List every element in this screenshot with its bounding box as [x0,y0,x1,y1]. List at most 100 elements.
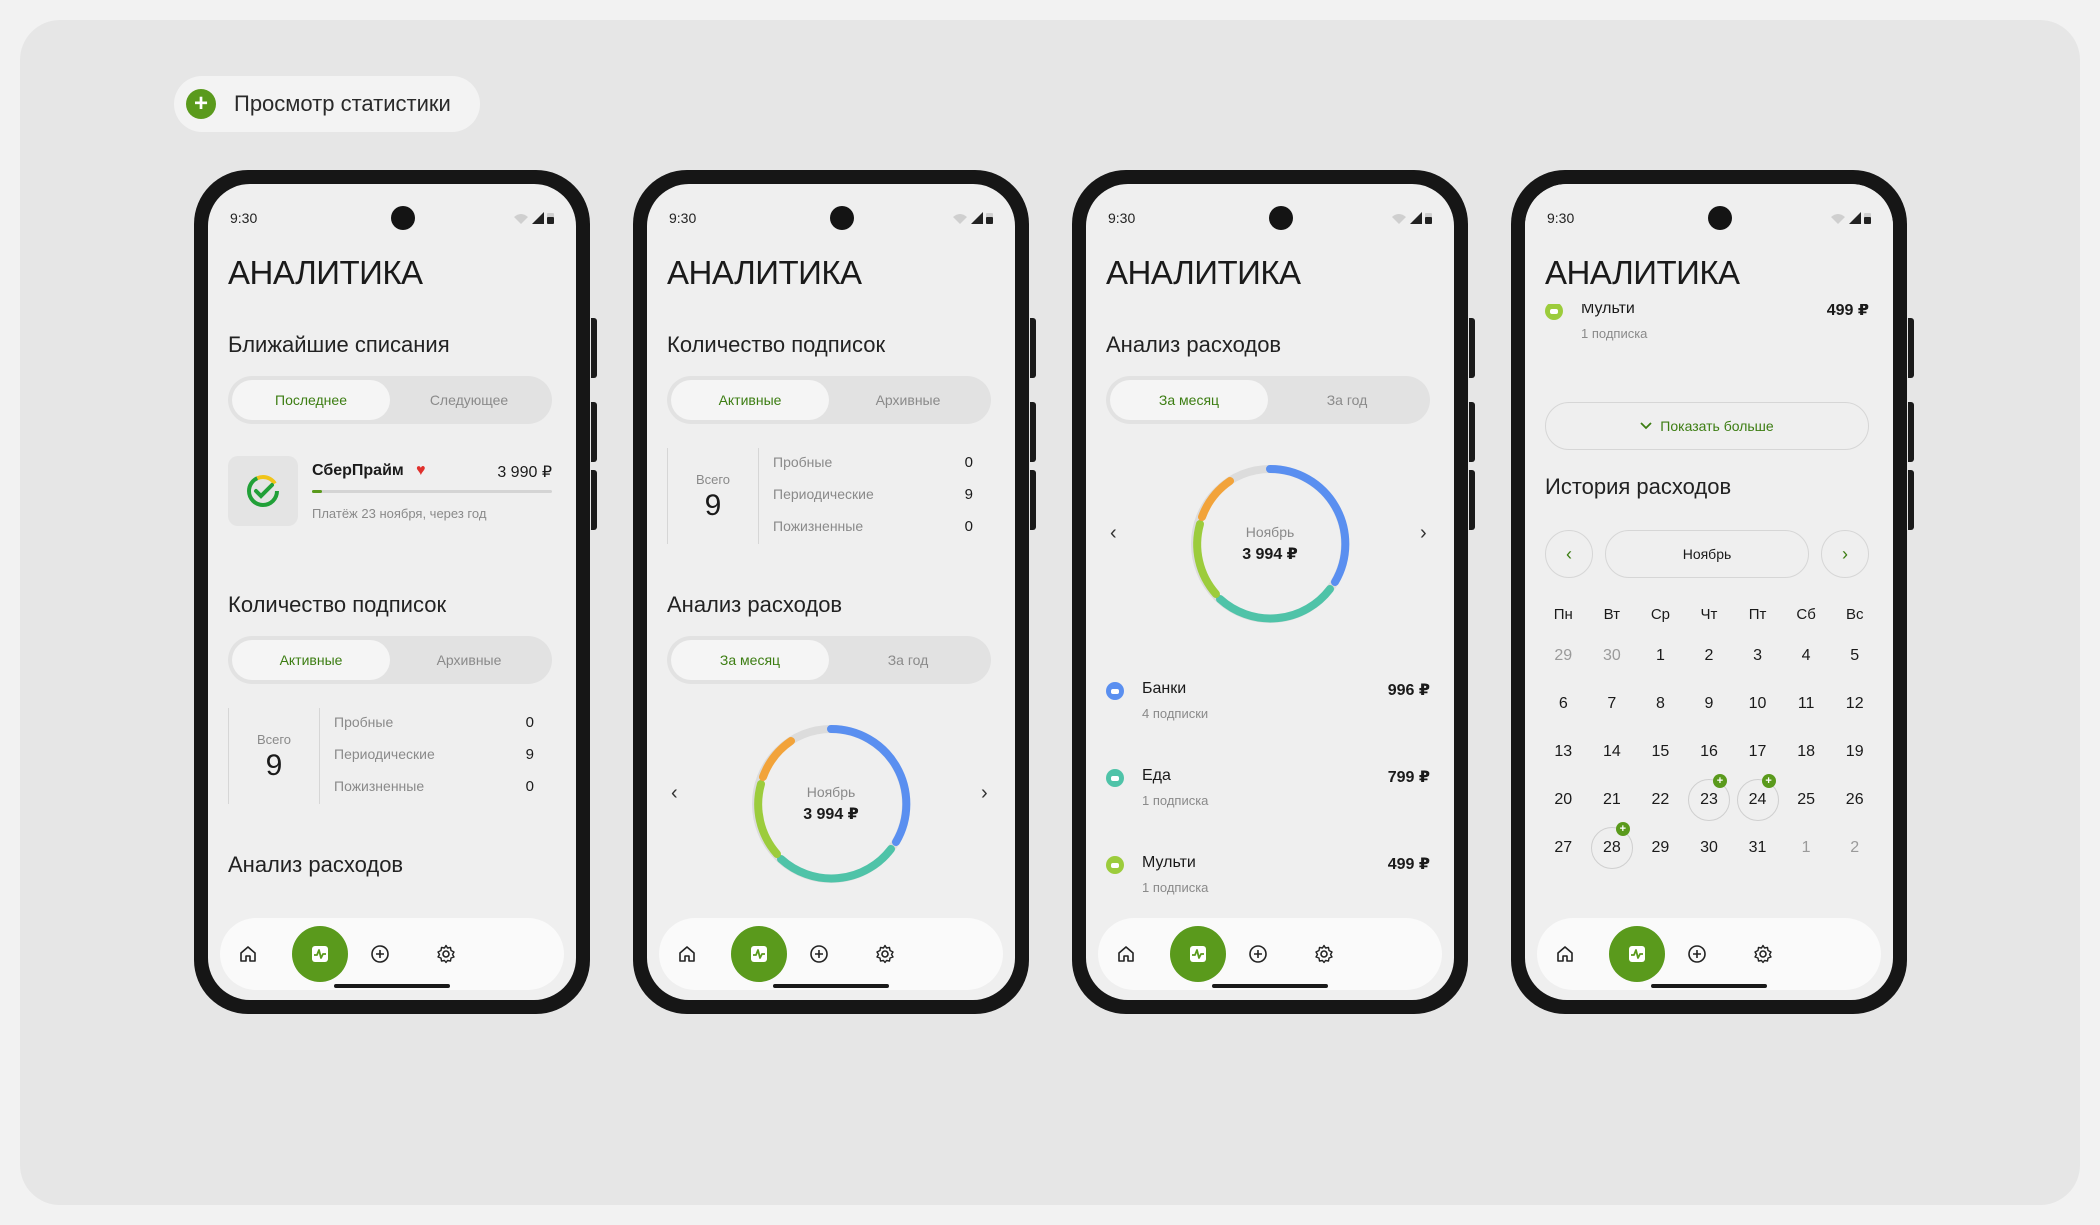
subscription-item[interactable]: СберПрайм ♥ 3 990 ₽ Платёж 23 ноября, че… [228,456,552,526]
heart-icon: ♥ [416,462,426,479]
calendar-day[interactable]: 5 [1834,635,1876,677]
calendar-day[interactable]: 23 + [1687,774,1730,821]
tab-month[interactable]: За месяц [671,640,829,680]
calendar-day[interactable]: 27 [1542,827,1584,869]
calendar-day[interactable]: 29 [1639,827,1681,869]
subscription-date: Платёж 23 ноября, через год [312,506,487,521]
calendar-day[interactable]: 13 [1542,731,1584,773]
calendar-day[interactable]: 26 [1834,779,1876,821]
home-icon[interactable] [1545,934,1585,974]
calendar-day[interactable]: 31 [1737,827,1779,869]
calendar-day[interactable]: 1 [1785,827,1827,869]
settings-icon[interactable] [426,934,466,974]
home-indicator [1651,984,1767,988]
settings-icon[interactable] [865,934,905,974]
donut-month: Ноябрь [1245,524,1295,540]
calendar-day[interactable]: 24 + [1736,774,1779,821]
calendar-day[interactable]: 17 [1737,731,1779,773]
calendar-day[interactable]: 22 [1639,779,1681,821]
analytics-icon[interactable] [731,926,787,982]
calendar-day[interactable]: 4 [1785,635,1827,677]
prev-month-arrow[interactable]: ‹ [1110,522,1117,545]
tab-next[interactable]: Следующее [390,380,548,420]
calendar-day[interactable]: 20 [1542,779,1584,821]
donut-amount: 3 994 ₽ [1242,546,1298,563]
calendar-day[interactable]: 25 [1785,779,1827,821]
calendar-day[interactable]: 2 [1688,635,1730,677]
next-month-button[interactable]: › [1821,530,1869,578]
category-item-partial[interactable]: Мульти 1 подписка 499 ₽ [1545,300,1869,356]
next-month-arrow[interactable]: › [1420,522,1427,545]
settings-icon[interactable] [1304,934,1344,974]
month-name[interactable]: Ноябрь [1605,530,1809,578]
home-icon[interactable] [1106,934,1146,974]
status-icons [1830,212,1871,224]
multi-icon [1545,302,1563,320]
calendar-day[interactable]: 16 [1688,731,1730,773]
screen: 9:30 АНАЛИТИКА Ближайшие списания Послед… [208,184,576,1000]
tab-last[interactable]: Последнее [232,380,390,420]
settings-icon[interactable] [1743,934,1783,974]
calendar-day[interactable]: 9 [1688,683,1730,725]
category-price: 996 ₽ [1387,682,1430,699]
stats-total: Всего 9 [667,448,759,544]
calendar-day[interactable]: 29 [1542,635,1584,677]
home-icon[interactable] [667,934,707,974]
signal-icon [1410,212,1422,224]
stats-rows: Пробные 0 Периодические 9 Пожизненные 0 [773,446,973,542]
category-item[interactable]: Еда 1 подписка 799 ₽ [1106,767,1430,823]
tab-active[interactable]: Активные [671,380,829,420]
add-icon[interactable] [1238,934,1278,974]
calendar-day[interactable]: 19 [1834,731,1876,773]
calendar-day[interactable]: 30 [1591,635,1633,677]
tab-archive[interactable]: Архивные [390,640,548,680]
tab-month[interactable]: За месяц [1110,380,1268,420]
add-icon[interactable] [1677,934,1717,974]
calendar-day[interactable]: 28 + [1590,822,1633,869]
screen: 9:30 АНАЛИТИКА Анализ расходов За месяц … [1086,184,1454,1000]
category-item[interactable]: Мульти 1 подписка 499 ₽ [1106,854,1430,910]
tab-year[interactable]: За год [829,640,987,680]
calendar-week: 20 21 22 23 +24 +25 26 [1539,774,1879,824]
calendar-day[interactable]: 18 [1785,731,1827,773]
calendar-day[interactable]: 3 [1737,635,1779,677]
weekday-header: Пн Вт Ср Чт Пт Сб Вс [1539,596,1879,632]
calendar-day[interactable]: 14 [1591,731,1633,773]
show-more-button[interactable]: Показать больше [1545,402,1869,450]
weekday-label: Чт [1700,605,1718,623]
next-month-arrow[interactable]: › [981,782,988,805]
calendar-day[interactable]: 30 [1688,827,1730,869]
tab-archive[interactable]: Архивные [829,380,987,420]
analytics-icon[interactable] [292,926,348,982]
calendar-day[interactable]: 11 [1785,683,1827,725]
calendar-day[interactable]: 6 [1542,683,1584,725]
add-icon[interactable] [799,934,839,974]
calendar-day[interactable]: 12 [1834,683,1876,725]
tab-year[interactable]: За год [1268,380,1426,420]
stats-rows: Пробные 0 Периодические 9 Пожизненные 0 [334,706,534,802]
calendar-day[interactable]: 21 [1591,779,1633,821]
add-icon[interactable] [360,934,400,974]
calendar-day[interactable]: 15 [1639,731,1681,773]
bottom-nav [1098,918,1442,990]
analytics-icon[interactable] [1609,926,1665,982]
prev-month-arrow[interactable]: ‹ [671,782,678,805]
category-item[interactable]: Банки 4 подписки 996 ₽ [1106,680,1430,736]
status-time: 9:30 [230,210,258,226]
calendar-week: 6 7 8 9 10 11 12 [1539,680,1879,728]
screen: Мульти 1 подписка 499 ₽ 9:30 АНАЛИТИКА П… [1525,184,1893,1000]
prev-month-button[interactable]: ‹ [1545,530,1593,578]
calendar-day[interactable]: 2 [1834,827,1876,869]
home-indicator [773,984,889,988]
calendar-day[interactable]: 1 [1639,635,1681,677]
phone-history: Мульти 1 подписка 499 ₽ 9:30 АНАЛИТИКА П… [1511,170,1914,1014]
analytics-icon[interactable] [1170,926,1226,982]
donut-center: Ноябрь 3 994 ₽ [1180,454,1360,634]
donut-center: Ноябрь 3 994 ₽ [741,714,921,894]
calendar-day[interactable]: 8 [1639,683,1681,725]
home-icon[interactable] [228,934,268,974]
calendar-day[interactable]: 7 [1591,683,1633,725]
calendar-day[interactable]: 10 [1737,683,1779,725]
app-title: АНАЛИТИКА [667,254,862,291]
tab-active[interactable]: Активные [232,640,390,680]
